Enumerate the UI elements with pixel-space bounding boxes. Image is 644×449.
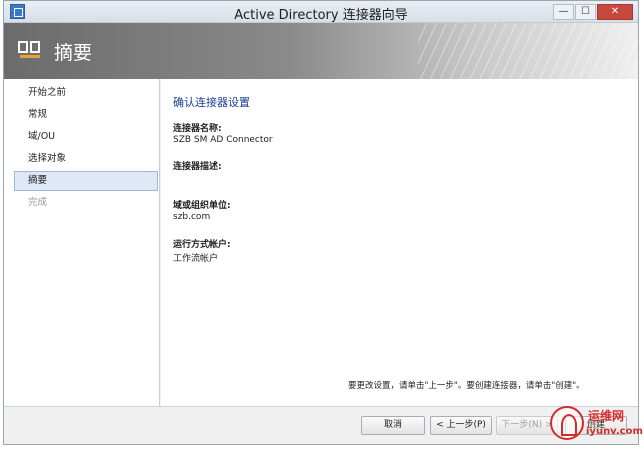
title-bar[interactable]: Active Directory 连接器向导 — ☐ ✕ [4, 1, 638, 23]
domain-ou-label: 域或组织单位: [173, 201, 231, 211]
minimize-button[interactable]: — [553, 4, 574, 20]
domain-ou-value: szb.com [173, 212, 211, 222]
watermark-logo-icon [550, 406, 584, 440]
watermark-text-url: iyunv.com [586, 426, 643, 437]
nav-item-general[interactable]: 常规 [14, 105, 158, 125]
wizard-nav: 开始之前 常规 域/OU 选择对象 摘要 完成 [4, 79, 160, 406]
run-as-account-label: 运行方式帐户: [173, 240, 231, 250]
wizard-window: Active Directory 连接器向导 — ☐ ✕ 摘要 开始之前 常规 … [3, 0, 639, 445]
run-as-account-value: 工作流帐户 [173, 254, 219, 264]
connector-description-label: 连接器描述: [173, 162, 222, 172]
nav-item-domain-ou[interactable]: 域/OU [14, 127, 158, 147]
header-banner: 摘要 [4, 23, 638, 79]
page-title: 摘要 [54, 42, 93, 64]
cancel-button[interactable]: 取消 [361, 416, 425, 435]
previous-button[interactable]: < 上一步(P) [430, 416, 492, 435]
banner-decoration [418, 23, 638, 79]
maximize-button[interactable]: ☐ [575, 4, 596, 20]
content-panel: 确认连接器设置 连接器名称: SZB SM AD Connector 连接器描述… [161, 79, 638, 406]
nav-item-select-objects[interactable]: 选择对象 [14, 149, 158, 169]
nav-item-completion: 完成 [28, 197, 48, 208]
connector-name-value: SZB SM AD Connector [173, 135, 273, 145]
wizard-blocks-icon [18, 41, 42, 61]
site-watermark: 运维网 iyunv.com [548, 404, 643, 446]
button-bar: 取消 < 上一步(P) 下一步(N) > 创建 [4, 406, 638, 444]
window-title: Active Directory 连接器向导 [234, 8, 408, 23]
nav-item-before-you-begin[interactable]: 开始之前 [14, 83, 158, 103]
connector-name-label: 连接器名称: [173, 124, 222, 134]
close-button[interactable]: ✕ [597, 4, 633, 20]
nav-item-summary[interactable]: 摘要 [14, 171, 158, 191]
watermark-text-cn: 运维网 [588, 409, 625, 423]
hint-text: 要更改设置，请单击"上一步"。要创建连接器，请单击"创建"。 [348, 381, 585, 391]
content-heading: 确认连接器设置 [173, 96, 250, 109]
